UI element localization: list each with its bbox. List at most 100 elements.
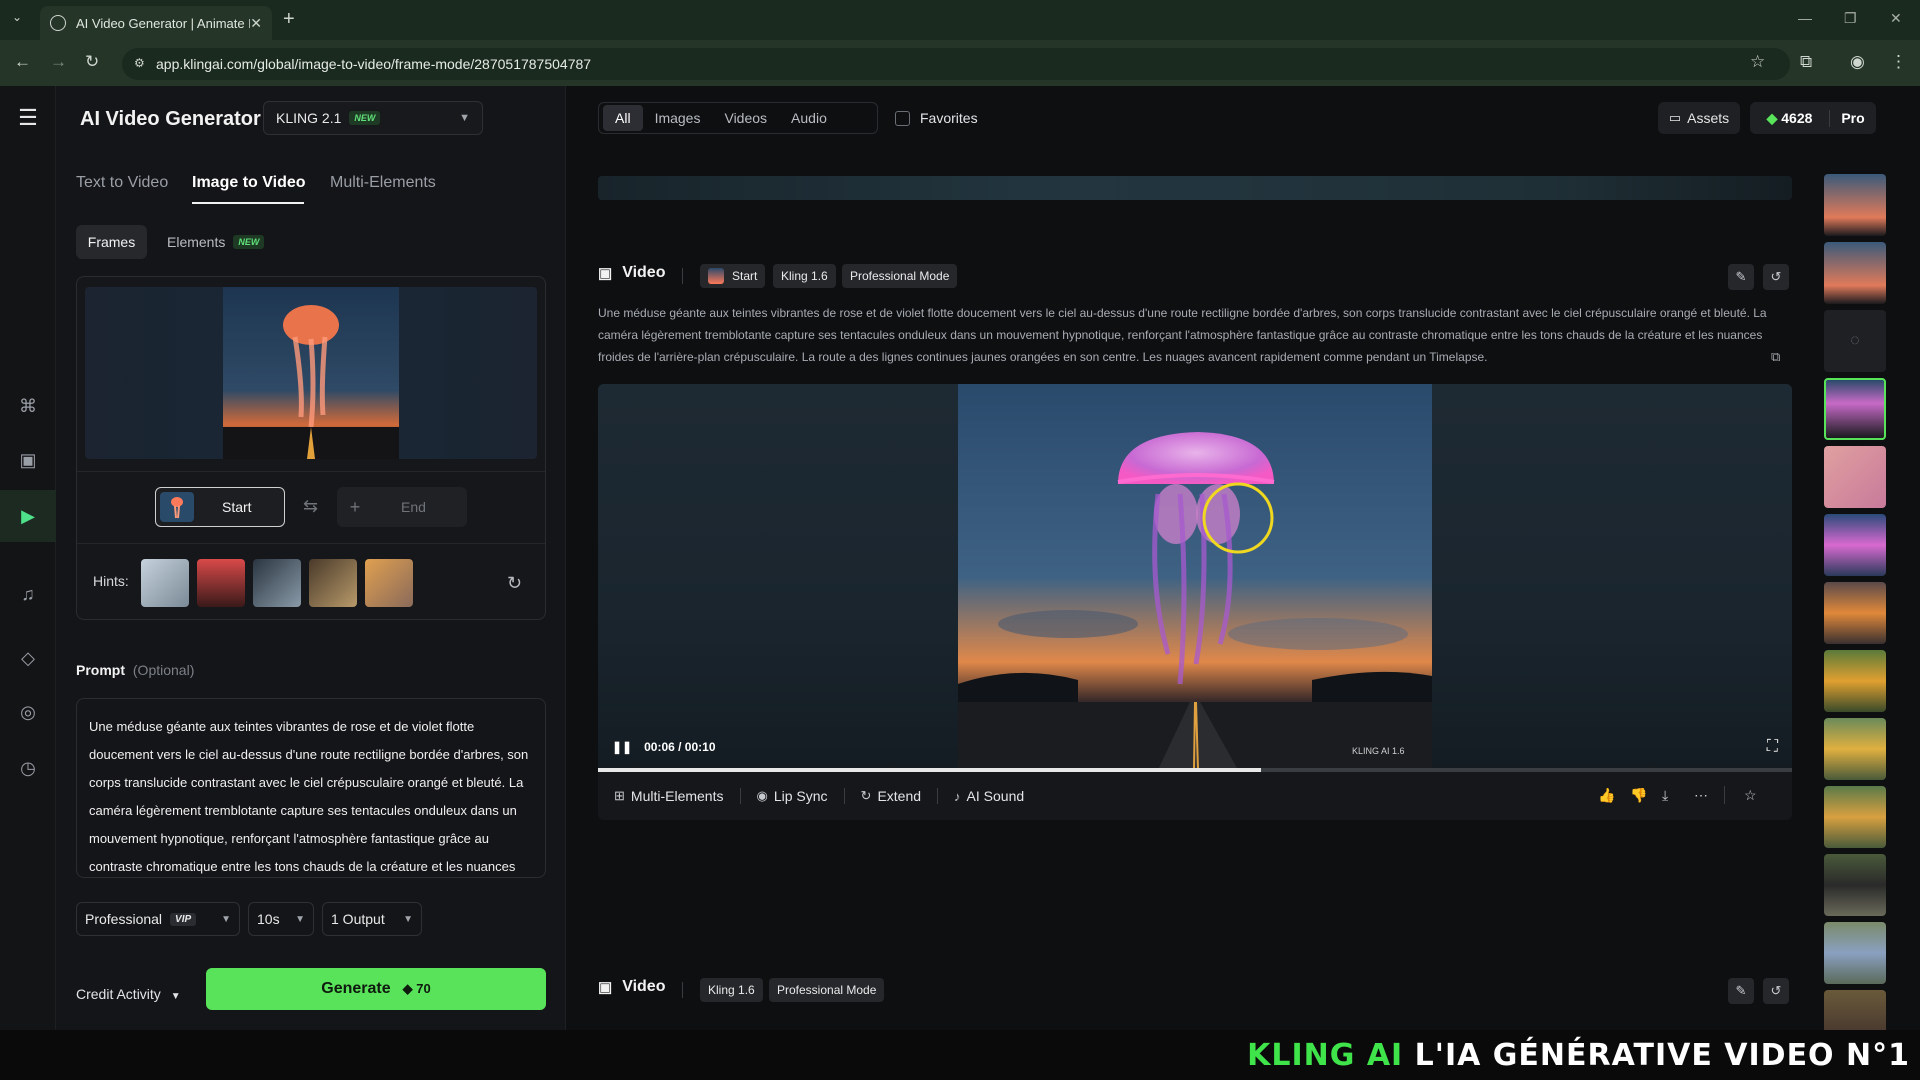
mode-select[interactable]: Professional VIP ▼ xyxy=(76,902,240,936)
chevron-down-icon: ▼ xyxy=(221,913,231,925)
prompt-textarea[interactable]: Une méduse géante aux teintes vibrantes … xyxy=(76,698,546,878)
favorite-star-icon[interactable]: ☆ xyxy=(1744,787,1757,804)
video-title: Video xyxy=(622,264,666,281)
model-new-badge: NEW xyxy=(349,111,381,125)
close-window-icon[interactable]: ✕ xyxy=(1890,10,1902,27)
duration-select[interactable]: 10s ▼ xyxy=(248,902,314,936)
assets-button[interactable]: ▭ Assets xyxy=(1658,102,1740,134)
bookmark-star-icon[interactable]: ☆ xyxy=(1750,52,1765,72)
history-thumbnail[interactable] xyxy=(1824,990,1886,1030)
tab-search-icon[interactable]: ⌄ xyxy=(12,10,22,24)
output-count-select[interactable]: 1 Output ▼ xyxy=(322,902,422,936)
start-frame-preview[interactable] xyxy=(85,287,537,459)
hint-image-2[interactable] xyxy=(197,559,245,607)
divider xyxy=(937,788,939,804)
browser-tab[interactable]: AI Video Generator | Animate P ✕ xyxy=(40,6,272,40)
regenerate-icon[interactable]: ↺ xyxy=(1763,978,1789,1004)
site-info-icon[interactable]: ⚙ xyxy=(134,56,145,70)
audio-icon[interactable]: ♫ xyxy=(14,580,42,608)
previous-video-strip[interactable] xyxy=(598,176,1792,200)
fullscreen-icon[interactable]: ⛶ xyxy=(1767,738,1778,756)
history-thumbnail-selected[interactable] xyxy=(1824,378,1886,440)
minimize-icon[interactable]: — xyxy=(1798,10,1812,26)
model-name: KLING 2.1 xyxy=(276,110,342,126)
frames-tab[interactable]: Frames xyxy=(76,225,147,259)
reload-icon[interactable]: ↻ xyxy=(85,52,99,72)
forward-icon[interactable]: → xyxy=(50,52,67,72)
history-thumbnail[interactable] xyxy=(1824,174,1886,236)
url-field[interactable]: ⚙ app.klingai.com/global/image-to-video/… xyxy=(122,48,1790,80)
extensions-icon[interactable]: ⧉ xyxy=(1800,52,1812,72)
edit-icon[interactable]: ✎ xyxy=(1728,978,1754,1004)
history-thumbnail[interactable] xyxy=(1824,242,1886,304)
elements-new-badge: NEW xyxy=(233,235,265,249)
thumbs-up-icon[interactable]: 👍 xyxy=(1598,787,1615,804)
credit-activity-dropdown[interactable]: Credit Activity ▼ xyxy=(76,986,181,1002)
ai-sound-action[interactable]: ♪ AI Sound xyxy=(954,788,1024,804)
filter-videos[interactable]: Videos xyxy=(712,105,779,131)
model-selector[interactable]: KLING 2.1 NEW ▼ xyxy=(263,101,483,135)
lip-sync-action[interactable]: ◉ Lip Sync xyxy=(757,788,828,804)
tab-image-to-video[interactable]: Image to Video xyxy=(192,174,306,192)
video-description: Une méduse géante aux teintes vibrantes … xyxy=(598,306,1767,364)
hint-image-4[interactable] xyxy=(309,559,357,607)
favorites-toggle[interactable]: Favorites xyxy=(895,110,978,126)
more-icon[interactable]: ⋯ xyxy=(1694,787,1708,804)
end-frame-button[interactable]: + End xyxy=(337,487,467,527)
history-icon[interactable]: ◷ xyxy=(14,754,42,782)
thumbs-down-icon[interactable]: 👎 xyxy=(1630,787,1647,804)
eye-icon[interactable]: ◎ xyxy=(14,698,42,726)
back-icon[interactable]: ← xyxy=(14,52,31,72)
explore-icon[interactable]: ⌘ xyxy=(14,392,42,420)
history-thumbnail[interactable] xyxy=(1824,446,1886,508)
image-icon[interactable]: ▣ xyxy=(14,446,42,474)
menu-icon[interactable]: ☰ xyxy=(14,104,42,132)
new-tab-icon[interactable]: + xyxy=(283,8,295,31)
app-root: ☰ ⌘ ▣ ▶ ♫ ◇ ◎ ◷ AI Video Generator KLING… xyxy=(0,86,1920,1030)
generate-button[interactable]: Generate ◆ 70 xyxy=(206,968,546,1010)
regenerate-icon[interactable]: ↺ xyxy=(1763,264,1789,290)
canvas-icon[interactable]: ◇ xyxy=(14,644,42,672)
refresh-hints-icon[interactable]: ↻ xyxy=(507,573,522,594)
hint-image-3[interactable] xyxy=(253,559,301,607)
restore-icon[interactable]: ❐ xyxy=(1844,10,1857,27)
filter-audio[interactable]: Audio xyxy=(779,105,839,131)
hint-image-1[interactable] xyxy=(141,559,189,607)
history-thumbnail[interactable] xyxy=(1824,514,1886,576)
profile-avatar-icon[interactable]: ◉ xyxy=(1850,52,1865,72)
download-icon[interactable]: ⤓ xyxy=(1662,787,1668,804)
filter-all[interactable]: All xyxy=(603,105,643,131)
hint-image-5[interactable] xyxy=(365,559,413,607)
pause-icon[interactable]: ❚❚ xyxy=(612,740,632,754)
assets-label: Assets xyxy=(1687,110,1730,126)
extend-action[interactable]: ↻ Extend xyxy=(861,788,922,804)
action-label: Extend xyxy=(877,788,922,804)
copy-icon[interactable]: ⧉ xyxy=(1771,349,1780,365)
edit-icon[interactable]: ✎ xyxy=(1728,264,1754,290)
video-icon[interactable]: ▶ xyxy=(0,490,56,542)
history-thumbnail[interactable] xyxy=(1824,718,1886,780)
swap-icon[interactable]: ⇆ xyxy=(303,496,318,517)
history-thumbnail[interactable] xyxy=(1824,582,1886,644)
loading-thumbnail[interactable]: ◌ xyxy=(1824,310,1886,372)
close-tab-icon[interactable]: ✕ xyxy=(250,15,262,32)
history-thumbnail[interactable] xyxy=(1824,922,1886,984)
browser-menu-icon[interactable]: ⋮ xyxy=(1890,52,1907,72)
tab-multi-elements[interactable]: Multi-Elements xyxy=(330,174,436,192)
start-frame-button[interactable]: Start xyxy=(155,487,285,527)
left-nav-rail: ☰ ⌘ ▣ ▶ ♫ ◇ ◎ ◷ xyxy=(0,86,56,1030)
prompt-label: Prompt (Optional) xyxy=(76,662,194,678)
filter-images[interactable]: Images xyxy=(643,105,713,131)
history-thumbnail[interactable] xyxy=(1824,854,1886,916)
credits-panel[interactable]: ◆ 4628 Pro xyxy=(1750,102,1876,134)
video-player[interactable]: ❚❚ 00:06 / 00:10 KLING AI 1.6 ⛶ xyxy=(598,384,1792,770)
history-thumbnail-rail: ◌ xyxy=(1822,174,1888,1030)
favorites-checkbox[interactable] xyxy=(895,110,910,126)
multi-elements-action[interactable]: ⊞ Multi-Elements xyxy=(614,788,724,804)
elements-tab[interactable]: Elements NEW xyxy=(167,225,265,259)
extend-icon: ↻ xyxy=(860,788,872,803)
history-thumbnail[interactable] xyxy=(1824,786,1886,848)
tab-text-to-video[interactable]: Text to Video xyxy=(76,174,168,192)
model-chip: Kling 1.6 xyxy=(700,978,763,1002)
history-thumbnail[interactable] xyxy=(1824,650,1886,712)
